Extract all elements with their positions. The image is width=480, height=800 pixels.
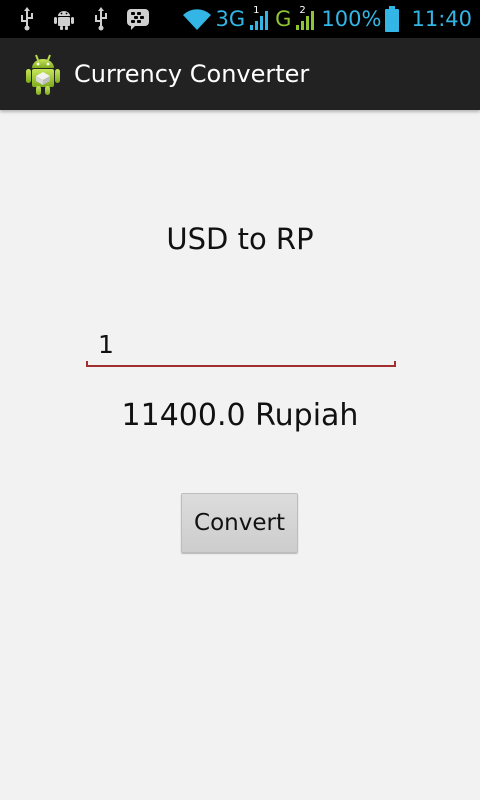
network-type-1: 3G — [215, 6, 246, 31]
usb-icon — [18, 7, 36, 31]
sim-1-label: 1 — [253, 5, 260, 16]
android-robot-icon[interactable] — [24, 52, 62, 96]
android-debug-icon — [52, 7, 76, 31]
usb-icon — [92, 7, 110, 31]
signal-icon: 2 — [295, 5, 317, 31]
clock: 11:40 — [411, 6, 472, 31]
network-type-2: G — [275, 6, 292, 31]
bbm-icon — [126, 8, 150, 30]
battery-icon — [385, 6, 400, 32]
input-underline — [86, 361, 396, 367]
status-bar: 3G 1 G 2 100% 11:40 — [0, 0, 480, 38]
action-bar: Currency Converter — [0, 38, 480, 110]
convert-button[interactable]: Convert — [181, 493, 298, 553]
sim-2-label: 2 — [299, 5, 306, 16]
signal-icon: 1 — [249, 5, 271, 31]
amount-input[interactable] — [86, 318, 396, 368]
battery-percent: 100% — [321, 6, 382, 31]
app-title: Currency Converter — [74, 60, 310, 88]
conversion-heading: USD to RP — [166, 222, 314, 256]
wifi-icon — [182, 7, 212, 31]
conversion-result: 11400.0 Rupiah — [121, 398, 359, 433]
